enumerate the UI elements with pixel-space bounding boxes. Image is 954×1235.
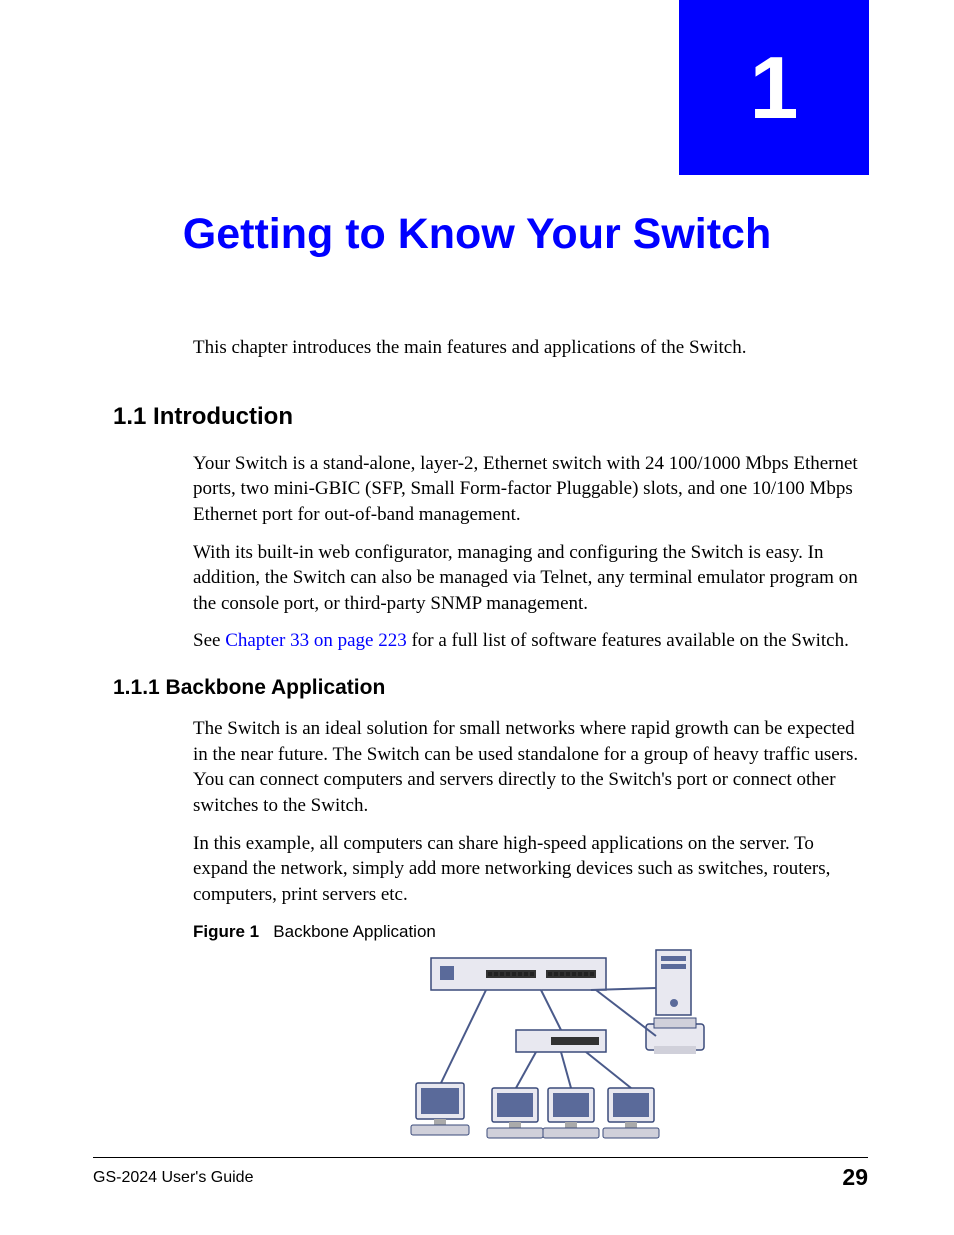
- footer-page-number: 29: [842, 1164, 868, 1191]
- footer-guide-name: GS-2024 User's Guide: [93, 1169, 253, 1187]
- paragraph: With its built-in web configurator, mana…: [193, 540, 859, 617]
- text: for a full list of software features ava…: [407, 630, 849, 651]
- cross-reference-link[interactable]: Chapter 33 on page 223: [225, 630, 407, 651]
- chapter-number-box: 1: [679, 0, 869, 175]
- chapter-number: 1: [750, 37, 799, 139]
- page-content: This chapter introduces the main feature…: [193, 335, 859, 1163]
- text: See: [193, 630, 225, 651]
- chapter-intro: This chapter introduces the main feature…: [193, 335, 859, 361]
- section-heading-introduction: 1.1 Introduction: [113, 403, 859, 431]
- figure-caption: Figure 1 Backbone Application: [193, 922, 859, 942]
- backbone-diagram-icon: [396, 948, 716, 1158]
- paragraph: In this example, all computers can share…: [193, 831, 859, 908]
- figure-label: Figure 1: [193, 922, 259, 941]
- subsection-heading-backbone: 1.1.1 Backbone Application: [113, 676, 859, 700]
- page-footer: GS-2024 User's Guide 29: [93, 1157, 868, 1191]
- figure-title: Backbone Application: [273, 922, 436, 941]
- chapter-title: Getting to Know Your Switch: [0, 210, 954, 259]
- paragraph: The Switch is an ideal solution for smal…: [193, 716, 859, 819]
- network-diagram: [253, 948, 859, 1163]
- paragraph: See Chapter 33 on page 223 for a full li…: [193, 628, 859, 654]
- paragraph: Your Switch is a stand-alone, layer-2, E…: [193, 451, 859, 528]
